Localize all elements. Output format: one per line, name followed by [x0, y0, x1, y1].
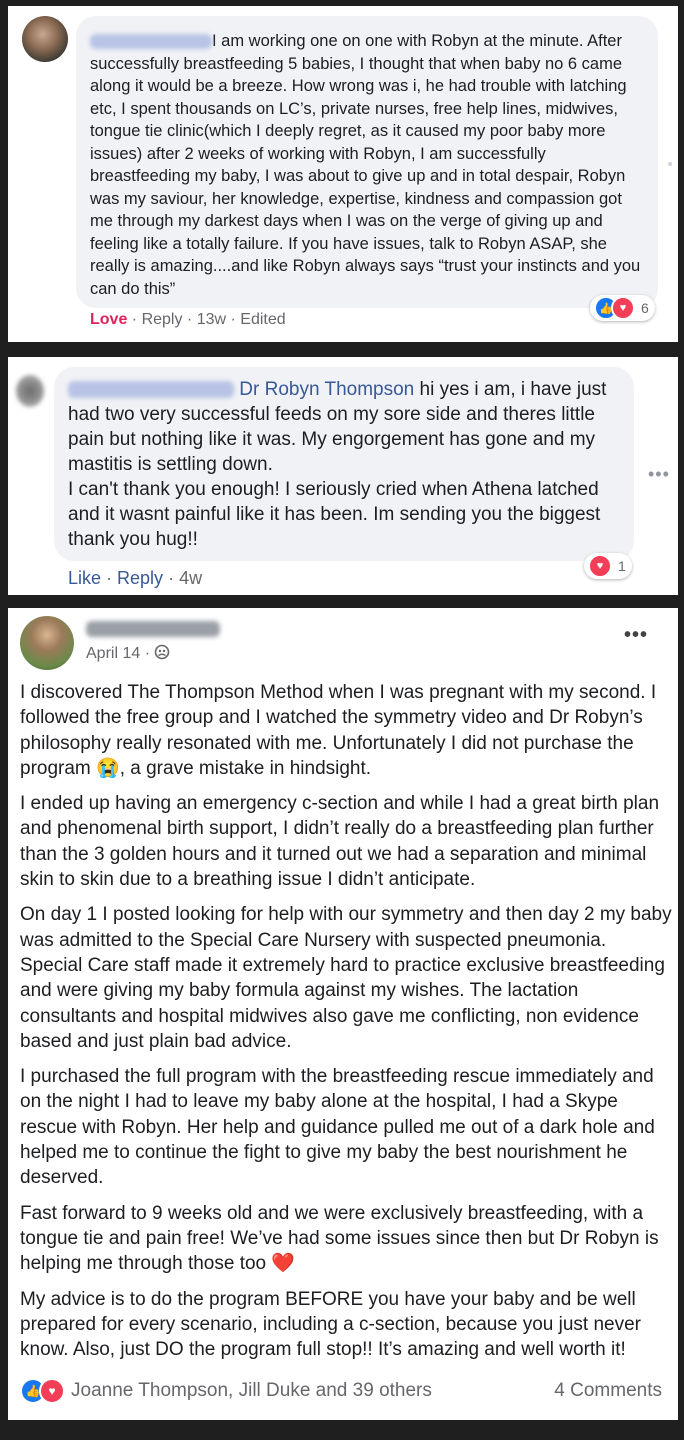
love-button[interactable]: Love	[90, 311, 127, 328]
more-options-icon[interactable]: •••	[648, 464, 670, 485]
edited-label: Edited	[240, 311, 286, 328]
more-options-icon[interactable]: •••	[624, 624, 648, 647]
post-paragraph: My advice is to do the program BEFORE yo…	[20, 1287, 672, 1363]
avatar[interactable]	[16, 375, 44, 407]
post-footer: 👍 ♥ Joanne Thompson, Jill Duke and 39 ot…	[20, 1378, 662, 1404]
reply-button[interactable]: Reply	[142, 311, 183, 328]
love-reaction-icon: ♥	[588, 554, 612, 578]
post-date[interactable]: April 14 ·	[86, 645, 154, 662]
comment-text-block: Dr Robyn Thompson hi yes i am, i have ju…	[68, 377, 620, 552]
paragraph-text: I ended up having an emergency c-section…	[20, 793, 660, 891]
separator: ·	[101, 568, 118, 588]
comment-card-2: Dr Robyn Thompson hi yes i am, i have ju…	[8, 357, 678, 595]
comment-text: I am working one on one with Robyn at th…	[90, 32, 641, 298]
crying-face-icon: 😭	[96, 757, 120, 779]
comment-time[interactable]: 13w	[197, 311, 226, 328]
post-meta: April 14 ·	[86, 644, 170, 665]
author-name-blurred[interactable]	[86, 621, 220, 637]
comment-bubble: I am working one on one with Robyn at th…	[76, 16, 658, 308]
paragraph-text: I purchased the full program with the br…	[20, 1066, 655, 1189]
comments-count[interactable]: 4 Comments	[554, 1380, 662, 1402]
separator: ·	[127, 311, 142, 328]
post-paragraph: On day 1 I posted looking for help with …	[20, 902, 672, 1054]
avatar[interactable]	[20, 616, 74, 670]
commenter-name-blurred[interactable]	[90, 34, 212, 50]
friends-icon	[154, 644, 170, 665]
mention-link[interactable]: Dr Robyn Thompson	[239, 379, 414, 400]
avatar[interactable]	[22, 16, 68, 62]
separator: ·	[163, 568, 180, 588]
reactions-summary[interactable]: Joanne Thompson, Jill Duke and 39 others	[71, 1380, 432, 1402]
reaction-summary[interactable]: ♥ 1	[584, 553, 632, 579]
separator: ·	[226, 311, 241, 328]
comment-actions: Like · Reply · 4w	[68, 568, 202, 589]
separator: ·	[182, 311, 197, 328]
comment-actions: Love · Reply · 13w · Edited	[90, 311, 286, 329]
comment-card-1: I am working one on one with Robyn at th…	[8, 6, 678, 342]
post-body: I discovered The Thompson Method when I …	[20, 680, 672, 1372]
post-paragraph: I purchased the full program with the br…	[20, 1064, 672, 1190]
paragraph-text: Fast forward to 9 weeks old and we were …	[20, 1202, 659, 1275]
reaction-count: 1	[618, 558, 626, 574]
post-card: April 14 · ••• I discovered The Thompson…	[8, 608, 678, 1420]
comment-text-2: I can't thank you enough! I seriously cr…	[68, 479, 601, 550]
commenter-name-blurred[interactable]	[68, 381, 234, 399]
love-reaction-icon: ♥	[39, 1378, 65, 1404]
reaction-count: 6	[641, 300, 649, 316]
paragraph-text: My advice is to do the program BEFORE yo…	[20, 1288, 642, 1361]
reaction-summary[interactable]: 👍 ♥ 6	[590, 295, 655, 321]
comment-bubble: Dr Robyn Thompson hi yes i am, i have ju…	[54, 367, 634, 561]
scroll-dot	[668, 162, 672, 166]
paragraph-text: , a grave mistake in hindsight.	[119, 757, 372, 779]
post-paragraph: Fast forward to 9 weeks old and we were …	[20, 1201, 672, 1277]
comment-time[interactable]: 4w	[179, 568, 202, 588]
red-heart-icon: ❤️	[271, 1253, 296, 1275]
post-paragraph: I discovered The Thompson Method when I …	[20, 680, 672, 781]
post-paragraph: I ended up having an emergency c-section…	[20, 791, 672, 892]
paragraph-text: On day 1 I posted looking for help with …	[20, 904, 672, 1052]
reply-button[interactable]: Reply	[117, 568, 163, 588]
like-button[interactable]: Like	[68, 568, 101, 588]
love-reaction-icon: ♥	[611, 296, 635, 320]
comment-text-block: I am working one on one with Robyn at th…	[90, 30, 642, 300]
